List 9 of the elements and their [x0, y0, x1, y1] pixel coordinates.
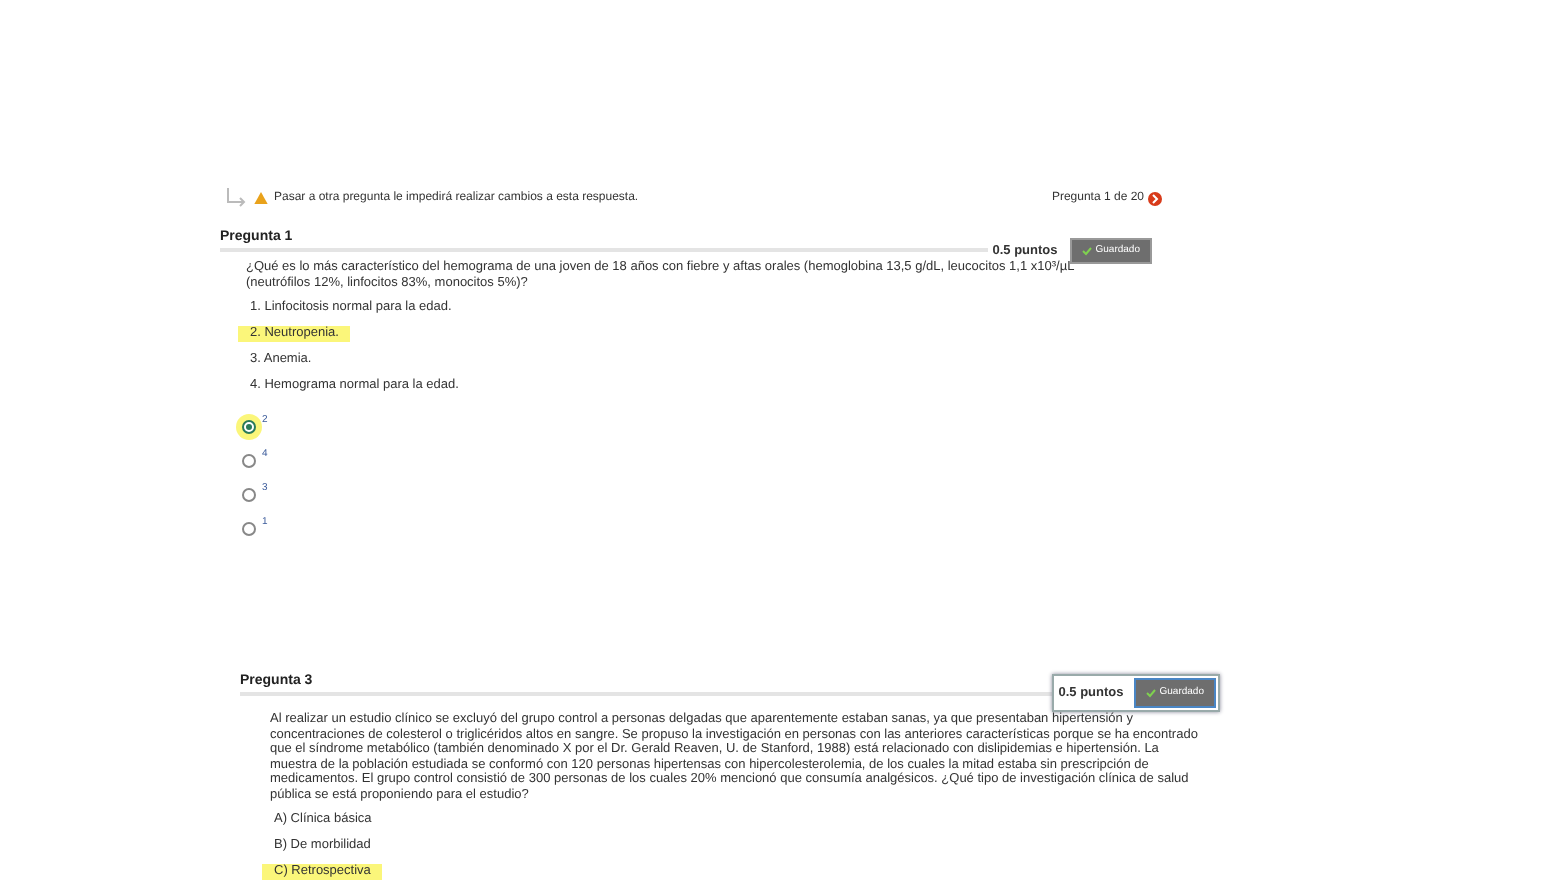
- check-icon: [1081, 246, 1092, 256]
- radio-button[interactable]: [242, 522, 256, 536]
- radio-button[interactable]: [242, 420, 256, 434]
- radio-button[interactable]: [242, 488, 256, 502]
- warning-icon: [254, 192, 268, 204]
- next-arrow-icon[interactable]: [1148, 191, 1162, 205]
- radio-button[interactable]: [242, 454, 256, 468]
- check-icon: [1145, 688, 1156, 698]
- return-arrow-icon: [226, 188, 246, 208]
